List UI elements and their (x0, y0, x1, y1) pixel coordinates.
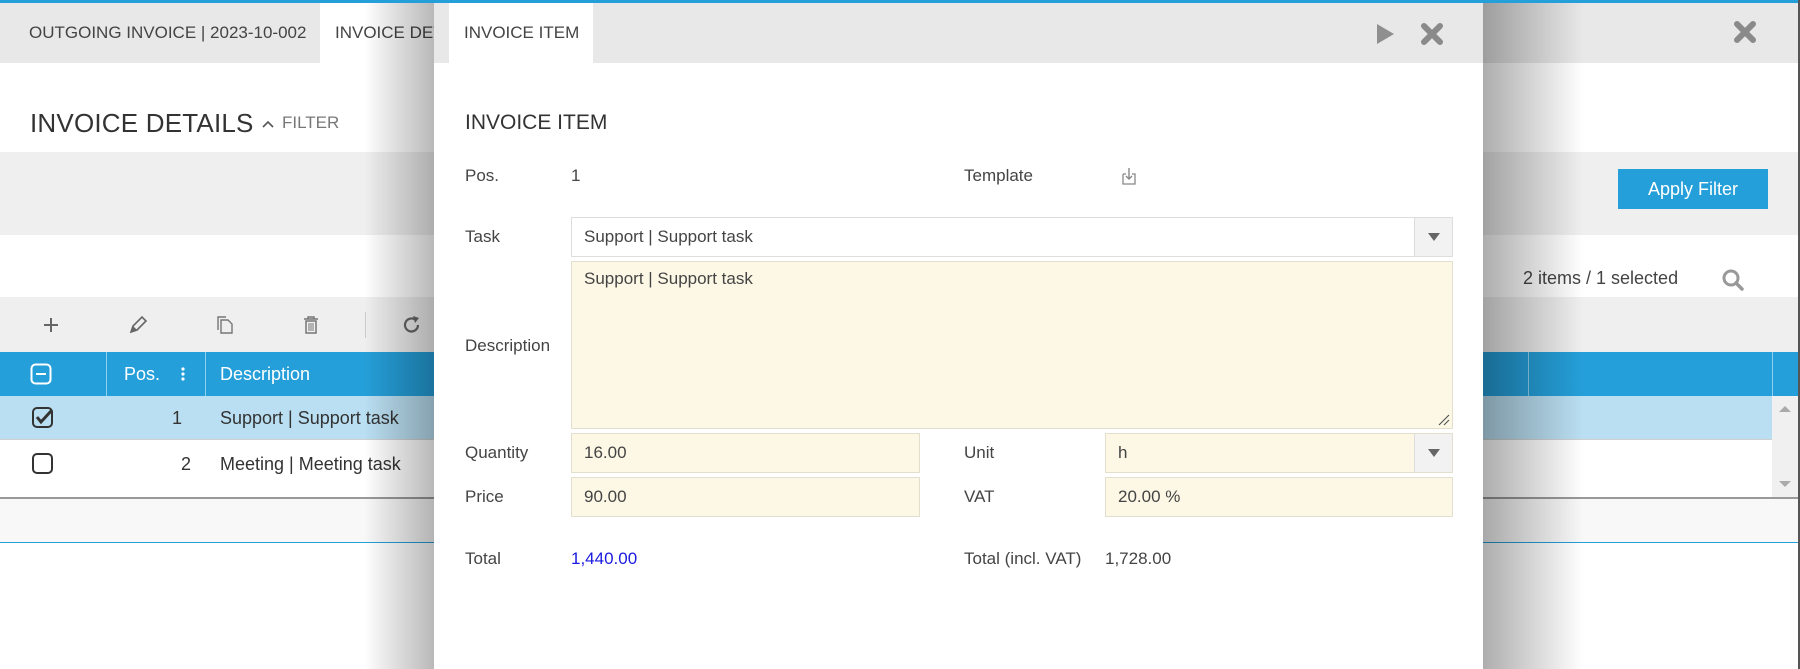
cell-pos: 2 (181, 454, 192, 474)
column-header-pos[interactable]: Pos. (124, 352, 160, 396)
total-label: Total (465, 549, 501, 568)
unit-dropdown-button[interactable] (1414, 434, 1452, 472)
pencil-icon[interactable] (126, 313, 150, 337)
trash-icon[interactable] (299, 313, 323, 337)
price-label: Price (465, 487, 504, 506)
chevron-down-icon (1427, 233, 1440, 241)
search-icon[interactable] (1721, 268, 1745, 292)
column-divider (205, 352, 206, 396)
total-incl-vat-label: Total (incl. VAT) (964, 549, 1082, 568)
chevron-up-icon (262, 113, 274, 133)
price-value: 90.00 (584, 487, 627, 506)
resize-grip-icon[interactable] (1438, 413, 1450, 426)
row-checkbox-checked[interactable] (31, 406, 55, 430)
close-icon[interactable] (1732, 19, 1758, 45)
pos-label: Pos. (465, 166, 500, 185)
description-textarea[interactable]: Support | Support task (571, 261, 1453, 429)
unit-label: Unit (964, 443, 995, 462)
tab-invoice-item[interactable]: INVOICE ITEM (449, 3, 593, 63)
quantity-input[interactable]: 16.00 (571, 433, 920, 473)
unit-select[interactable]: h (1105, 433, 1453, 473)
column-divider (106, 352, 107, 396)
scroll-down-icon[interactable] (1779, 480, 1791, 488)
column-divider (1772, 352, 1773, 396)
page-title: INVOICE DETAILS (30, 108, 254, 138)
template-label: Template (964, 166, 1033, 185)
plus-icon[interactable] (39, 313, 63, 337)
task-select[interactable]: Support | Support task (571, 217, 1453, 257)
quantity-label: Quantity (465, 443, 529, 462)
scroll-up-icon[interactable] (1779, 405, 1791, 413)
column-menu-icon[interactable] (180, 365, 186, 383)
copy-icon[interactable] (213, 313, 237, 337)
close-icon[interactable] (1419, 21, 1445, 47)
vat-label: VAT (964, 487, 995, 506)
task-label: Task (465, 227, 500, 246)
task-select-value: Support | Support task (584, 227, 753, 246)
filter-toggle-label: FILTER (282, 113, 340, 132)
grid-scrollbar[interactable] (1772, 396, 1798, 498)
apply-filter-button[interactable]: Apply Filter (1618, 169, 1768, 209)
vat-value: 20.00 % (1118, 487, 1181, 506)
task-dropdown-button[interactable] (1414, 218, 1452, 256)
modal-shadow (364, 3, 434, 669)
total-value[interactable]: 1,440.00 (571, 548, 637, 570)
quantity-value: 16.00 (584, 443, 627, 462)
cell-pos: 1 (172, 408, 183, 428)
invoice-item-dialog: INVOICE ITEM INVOICE ITEM Pos. 1 Templat… (434, 3, 1483, 669)
filter-toggle[interactable]: FILTER (262, 113, 339, 133)
chevron-down-icon (1427, 449, 1440, 457)
unit-value: h (1118, 443, 1128, 462)
total-incl-vat-value: 1,728.00 (1105, 549, 1172, 568)
price-input[interactable]: 90.00 (571, 477, 920, 517)
dialog-title: INVOICE ITEM (465, 111, 608, 134)
play-icon[interactable] (1374, 22, 1396, 46)
row-checkbox[interactable] (31, 452, 55, 476)
description-label: Description (465, 336, 551, 355)
template-import-icon[interactable] (1121, 167, 1137, 185)
select-all-checkbox[interactable] (30, 363, 52, 385)
vat-input[interactable]: 20.00 % (1105, 477, 1453, 517)
tab-outgoing-invoice[interactable]: OUTGOING INVOICE | 2023-10-002 (0, 3, 320, 63)
column-header-description[interactable]: Description (220, 352, 310, 396)
pos-value: 1 (571, 166, 581, 185)
modal-shadow (1483, 3, 1583, 669)
